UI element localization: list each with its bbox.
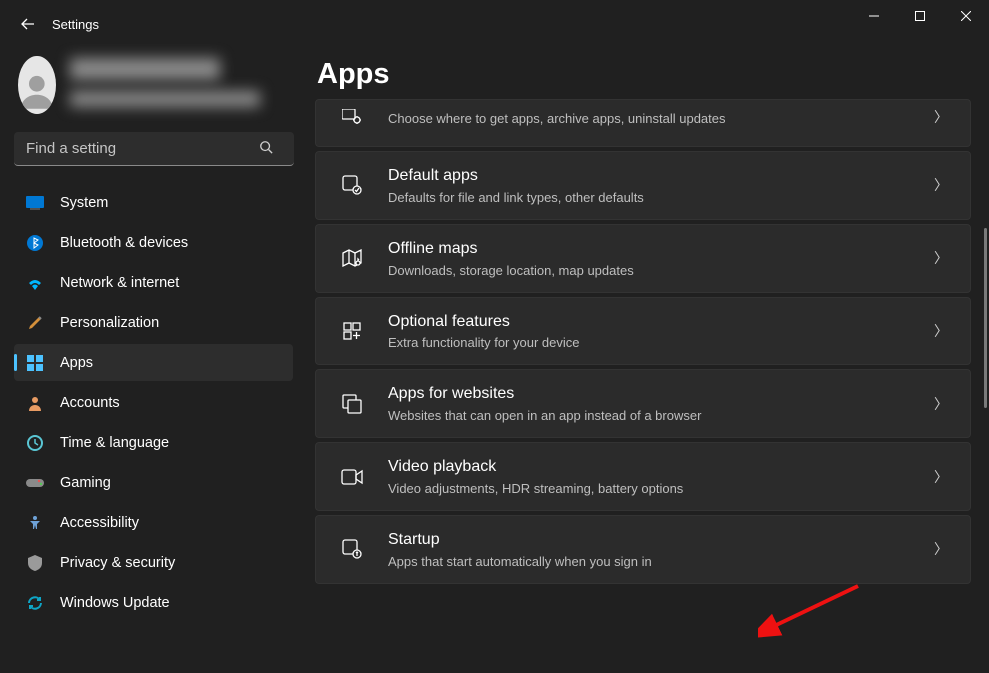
nav-label: Bluetooth & devices bbox=[60, 235, 188, 251]
nav-label: Gaming bbox=[60, 475, 111, 491]
nav-label: Privacy & security bbox=[60, 555, 175, 571]
nav-label: Apps bbox=[60, 355, 93, 371]
map-icon bbox=[340, 246, 364, 270]
card-title: Offline maps bbox=[388, 239, 934, 260]
app-title: Settings bbox=[52, 17, 99, 32]
nav-gaming[interactable]: Gaming bbox=[14, 464, 293, 501]
profile-email-blurred bbox=[70, 91, 260, 107]
update-icon bbox=[26, 594, 44, 612]
minimize-button[interactable] bbox=[851, 0, 897, 32]
search-icon bbox=[259, 140, 273, 157]
advanced-apps-icon bbox=[340, 105, 364, 129]
card-desc: Downloads, storage location, map updates bbox=[388, 263, 934, 278]
window-controls bbox=[851, 0, 989, 32]
page-title: Apps bbox=[315, 58, 971, 91]
search-box[interactable] bbox=[14, 132, 293, 166]
card-startup[interactable]: Startup Apps that start automatically wh… bbox=[315, 515, 971, 584]
chevron-right-icon: 〉 bbox=[934, 321, 948, 341]
nav-network[interactable]: Network & internet bbox=[14, 264, 293, 301]
nav-privacy-security[interactable]: Privacy & security bbox=[14, 544, 293, 581]
avatar bbox=[18, 56, 56, 114]
card-desc: Apps that start automatically when you s… bbox=[388, 554, 934, 569]
card-desc: Video adjustments, HDR streaming, batter… bbox=[388, 481, 934, 496]
card-desc: Extra functionality for your device bbox=[388, 335, 934, 350]
nav-accessibility[interactable]: Accessibility bbox=[14, 504, 293, 541]
accessibility-icon bbox=[26, 514, 44, 532]
nav-windows-update[interactable]: Windows Update bbox=[14, 584, 293, 621]
nav-label: Time & language bbox=[60, 435, 169, 451]
startup-icon bbox=[340, 537, 364, 561]
nav-label: Network & internet bbox=[60, 275, 179, 291]
card-desc: Choose where to get apps, archive apps, … bbox=[388, 111, 934, 126]
accounts-icon bbox=[26, 394, 44, 412]
system-icon bbox=[26, 194, 44, 212]
card-title: Apps for websites bbox=[388, 384, 934, 405]
nav-label: Accessibility bbox=[60, 515, 139, 531]
maximize-button[interactable] bbox=[897, 0, 943, 32]
card-title: Video playback bbox=[388, 457, 934, 478]
chevron-right-icon: 〉 bbox=[934, 394, 948, 414]
close-button[interactable] bbox=[943, 0, 989, 32]
nav-label: Personalization bbox=[60, 315, 159, 331]
card-default-apps[interactable]: Default apps Defaults for file and link … bbox=[315, 151, 971, 220]
card-advanced-apps[interactable]: Choose where to get apps, archive apps, … bbox=[315, 99, 971, 147]
main-content: Apps Choose where to get apps, archive a… bbox=[305, 48, 989, 673]
nav-label: Accounts bbox=[60, 395, 120, 411]
chevron-right-icon: 〉 bbox=[934, 539, 948, 559]
default-apps-icon bbox=[340, 173, 364, 197]
chevron-right-icon: 〉 bbox=[934, 248, 948, 268]
profile-block[interactable] bbox=[14, 56, 293, 114]
nav-list: System Bluetooth & devices Network & int… bbox=[14, 184, 293, 621]
profile-info bbox=[70, 58, 293, 112]
card-optional-features[interactable]: Optional features Extra functionality fo… bbox=[315, 297, 971, 366]
apps-websites-icon bbox=[340, 392, 364, 416]
nav-personalization[interactable]: Personalization bbox=[14, 304, 293, 341]
chevron-right-icon: 〉 bbox=[934, 175, 948, 195]
chevron-right-icon: 〉 bbox=[934, 107, 948, 127]
optional-features-icon bbox=[340, 319, 364, 343]
settings-cards: Choose where to get apps, archive apps, … bbox=[315, 99, 971, 584]
search-input[interactable] bbox=[14, 132, 294, 166]
shield-icon bbox=[26, 554, 44, 572]
wifi-icon bbox=[26, 274, 44, 292]
scrollbar[interactable] bbox=[984, 228, 987, 408]
nav-system[interactable]: System bbox=[14, 184, 293, 221]
nav-accounts[interactable]: Accounts bbox=[14, 384, 293, 421]
nav-apps[interactable]: Apps bbox=[14, 344, 293, 381]
nav-label: Windows Update bbox=[60, 595, 170, 611]
nav-time-language[interactable]: Time & language bbox=[14, 424, 293, 461]
nav-label: System bbox=[60, 195, 108, 211]
bluetooth-icon bbox=[26, 234, 44, 252]
titlebar: Settings bbox=[0, 0, 989, 48]
apps-icon bbox=[26, 354, 44, 372]
card-title: Default apps bbox=[388, 166, 934, 187]
card-apps-for-websites[interactable]: Apps for websites Websites that can open… bbox=[315, 369, 971, 438]
sidebar: System Bluetooth & devices Network & int… bbox=[0, 48, 305, 673]
card-title: Startup bbox=[388, 530, 934, 551]
chevron-right-icon: 〉 bbox=[934, 467, 948, 487]
nav-bluetooth[interactable]: Bluetooth & devices bbox=[14, 224, 293, 261]
gaming-icon bbox=[26, 474, 44, 492]
paintbrush-icon bbox=[26, 314, 44, 332]
annotation-arrow bbox=[758, 578, 868, 638]
card-desc: Websites that can open in an app instead… bbox=[388, 408, 934, 423]
time-language-icon bbox=[26, 434, 44, 452]
card-title: Optional features bbox=[388, 312, 934, 333]
video-icon bbox=[340, 465, 364, 489]
card-video-playback[interactable]: Video playback Video adjustments, HDR st… bbox=[315, 442, 971, 511]
back-button[interactable] bbox=[18, 14, 38, 34]
card-offline-maps[interactable]: Offline maps Downloads, storage location… bbox=[315, 224, 971, 293]
card-desc: Defaults for file and link types, other … bbox=[388, 190, 934, 205]
profile-name-blurred bbox=[70, 58, 220, 80]
